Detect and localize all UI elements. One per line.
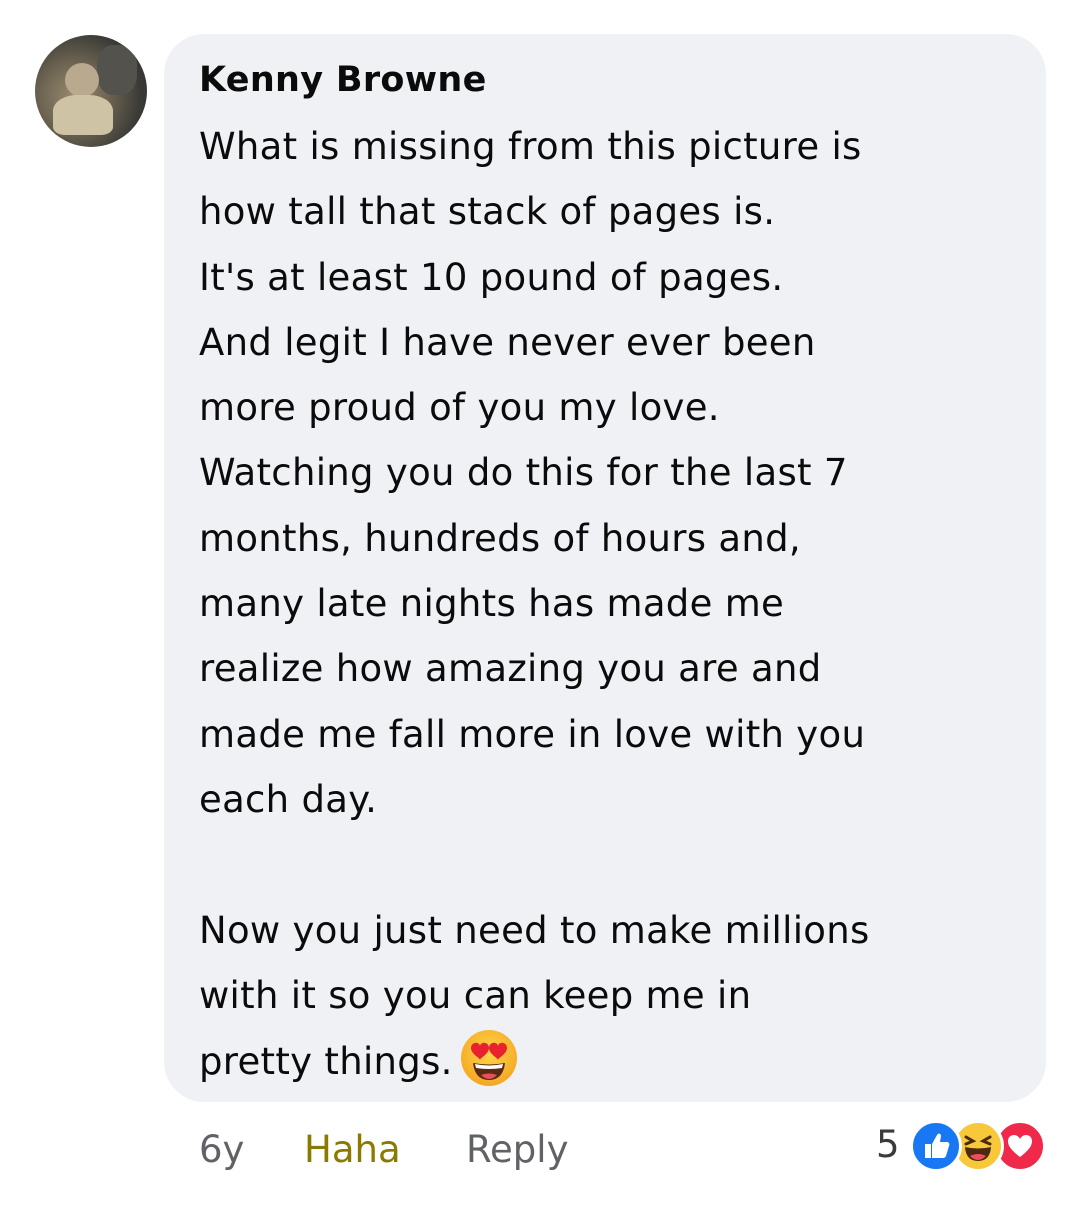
comment-author[interactable]: Kenny Browne [199, 56, 487, 104]
comment-line: And legit I have never ever been [199, 320, 816, 364]
haha-reaction-button[interactable]: Haha [304, 1122, 401, 1178]
heart-eyes-emoji-icon [459, 1028, 519, 1088]
comment-text: What is missing from this picture is how… [199, 114, 1029, 1093]
like-icon [910, 1120, 962, 1172]
comment-line-text: pretty things. [199, 1040, 453, 1084]
comment-line: What is missing from this picture is [199, 125, 862, 168]
comment-line: with it so you can keep me in [199, 973, 752, 1017]
reply-button[interactable]: Reply [466, 1122, 568, 1178]
comment-line: more proud of you my love. [199, 386, 720, 430]
reaction-count[interactable]: 5 [876, 1120, 900, 1170]
comment-line: each day. [199, 777, 378, 821]
comment-line: months, hundreds of hours and, [199, 516, 801, 560]
comment-line: many late nights has made me [199, 582, 785, 626]
comment-line-last: pretty things. [199, 1028, 1029, 1093]
comment-line: It's at least 10 pound of pages. [199, 255, 784, 299]
reaction-summary[interactable] [910, 1118, 1050, 1172]
comment-line: Watching you do this for the last 7 [199, 451, 848, 495]
comment-timestamp[interactable]: 6y [199, 1122, 244, 1178]
comment-line: Now you just need to make millions [199, 908, 870, 952]
comment-line: how tall that stack of pages is. [199, 190, 776, 234]
comment-line: made me fall more in love with you [199, 712, 866, 756]
comment-line: realize how amazing you are and [199, 647, 822, 691]
avatar[interactable] [35, 35, 147, 147]
